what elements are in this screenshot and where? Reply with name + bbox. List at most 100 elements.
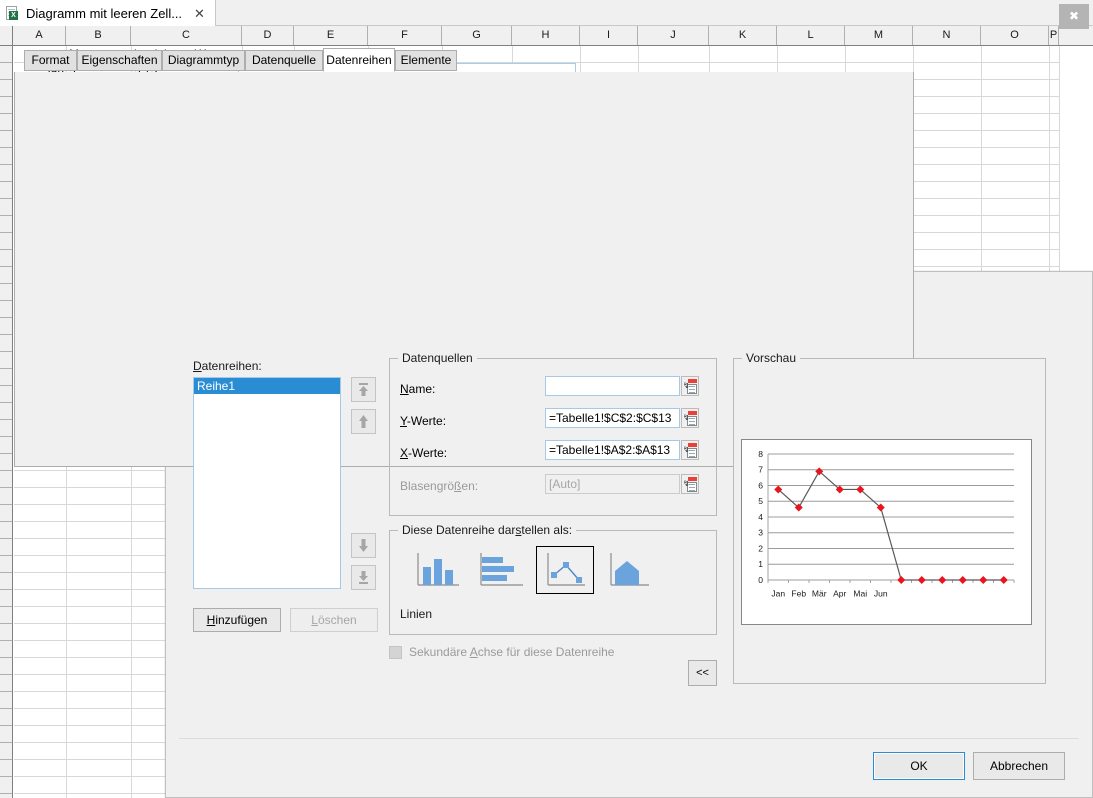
table-cell[interactable] <box>67 522 132 539</box>
table-cell[interactable] <box>67 658 132 675</box>
cancel-button[interactable]: Abbrechen <box>973 752 1065 780</box>
column-header-B[interactable]: B <box>66 26 131 45</box>
table-cell[interactable] <box>982 233 1050 250</box>
row-header[interactable] <box>0 675 12 692</box>
row-header[interactable] <box>0 641 12 658</box>
table-cell[interactable] <box>1050 148 1060 165</box>
table-cell[interactable] <box>1050 131 1060 148</box>
row-header[interactable] <box>0 573 12 590</box>
table-cell[interactable] <box>982 63 1050 80</box>
chart-type-area-icon[interactable] <box>600 546 658 594</box>
table-cell[interactable] <box>1050 165 1060 182</box>
column-header-N[interactable]: N <box>913 26 981 45</box>
column-header-K[interactable]: K <box>709 26 777 45</box>
table-cell[interactable] <box>67 726 132 743</box>
row-header[interactable] <box>0 318 12 335</box>
table-cell[interactable] <box>14 471 67 488</box>
table-cell[interactable] <box>14 760 67 777</box>
row-header[interactable] <box>0 233 12 250</box>
row-header[interactable] <box>0 505 12 522</box>
table-cell[interactable] <box>982 216 1050 233</box>
column-header-D[interactable]: D <box>242 26 294 45</box>
table-cell[interactable] <box>14 777 67 794</box>
column-header-H[interactable]: H <box>512 26 580 45</box>
table-cell[interactable] <box>982 97 1050 114</box>
row-header[interactable] <box>0 97 12 114</box>
column-header-O[interactable]: O <box>981 26 1049 45</box>
row-header[interactable] <box>0 199 12 216</box>
row-header[interactable] <box>0 590 12 607</box>
document-tab[interactable]: X Diagramm mit leeren Zell... ✕ <box>0 0 216 26</box>
table-cell[interactable] <box>982 148 1050 165</box>
x-values-field[interactable]: =Tabelle1!$A$2:$A$13 <box>545 440 680 460</box>
table-cell[interactable] <box>914 233 982 250</box>
column-header-G[interactable]: G <box>442 26 512 45</box>
column-header-I[interactable]: I <box>580 26 638 45</box>
y-values-field[interactable]: =Tabelle1!$C$2:$C$13 <box>545 408 680 428</box>
x-values-range-picker-icon[interactable]: ↯ <box>681 440 699 460</box>
row-header[interactable] <box>0 114 12 131</box>
table-cell[interactable] <box>1050 114 1060 131</box>
series-listbox[interactable]: Reihe1 <box>193 377 341 589</box>
table-cell[interactable] <box>1050 250 1060 267</box>
tab-datenquelle[interactable]: Datenquelle <box>245 50 323 71</box>
table-cell[interactable] <box>67 505 132 522</box>
row-header[interactable] <box>0 301 12 318</box>
table-cell[interactable] <box>914 216 982 233</box>
table-cell[interactable] <box>982 182 1050 199</box>
row-header[interactable] <box>0 250 12 267</box>
table-cell[interactable] <box>14 726 67 743</box>
table-cell[interactable] <box>914 131 982 148</box>
name-range-picker-icon[interactable]: ↯ <box>681 376 699 396</box>
table-cell[interactable] <box>1050 46 1060 63</box>
column-header-E[interactable]: E <box>294 26 368 45</box>
row-header[interactable] <box>0 420 12 437</box>
table-cell[interactable] <box>14 573 67 590</box>
row-header[interactable] <box>0 539 12 556</box>
table-cell[interactable] <box>914 114 982 131</box>
row-header[interactable] <box>0 658 12 675</box>
table-cell[interactable] <box>1050 233 1060 250</box>
row-header[interactable] <box>0 488 12 505</box>
table-cell[interactable] <box>67 760 132 777</box>
table-cell[interactable] <box>14 556 67 573</box>
row-header[interactable] <box>0 165 12 182</box>
name-field[interactable] <box>545 376 680 396</box>
column-header-F[interactable]: F <box>368 26 442 45</box>
add-series-button[interactable]: Hinzufügen <box>193 608 281 632</box>
move-down-button[interactable] <box>351 533 376 558</box>
row-header[interactable] <box>0 46 12 63</box>
row-header[interactable] <box>0 437 12 454</box>
y-values-range-picker-icon[interactable]: ↯ <box>681 408 699 428</box>
row-header[interactable] <box>0 182 12 199</box>
collapse-button[interactable]: << <box>688 660 717 686</box>
table-cell[interactable] <box>982 46 1050 63</box>
table-cell[interactable] <box>67 675 132 692</box>
table-cell[interactable] <box>14 624 67 641</box>
chart-type-lines-icon[interactable] <box>536 546 594 594</box>
table-cell[interactable] <box>67 709 132 726</box>
table-cell[interactable] <box>67 607 132 624</box>
table-cell[interactable] <box>914 46 982 63</box>
table-cell[interactable] <box>14 607 67 624</box>
table-cell[interactable] <box>1050 63 1060 80</box>
table-cell[interactable] <box>914 80 982 97</box>
move-to-top-button[interactable] <box>351 377 376 402</box>
table-cell[interactable] <box>982 165 1050 182</box>
row-header[interactable] <box>0 80 12 97</box>
dialog-close-button[interactable]: ✖ <box>1059 4 1089 29</box>
table-cell[interactable] <box>67 471 132 488</box>
table-cell[interactable] <box>14 794 67 798</box>
table-cell[interactable] <box>914 97 982 114</box>
table-cell[interactable] <box>67 556 132 573</box>
chart-type-bars-icon[interactable] <box>472 546 530 594</box>
ok-button[interactable]: OK <box>873 752 965 780</box>
table-cell[interactable] <box>982 199 1050 216</box>
row-header[interactable] <box>0 284 12 301</box>
secondary-axis-row[interactable]: Sekundäre Achse für diese Datenreihe <box>389 645 614 659</box>
table-cell[interactable] <box>914 250 982 267</box>
table-cell[interactable] <box>982 250 1050 267</box>
row-header[interactable] <box>0 522 12 539</box>
select-all-corner[interactable] <box>0 26 13 45</box>
table-cell[interactable] <box>67 641 132 658</box>
